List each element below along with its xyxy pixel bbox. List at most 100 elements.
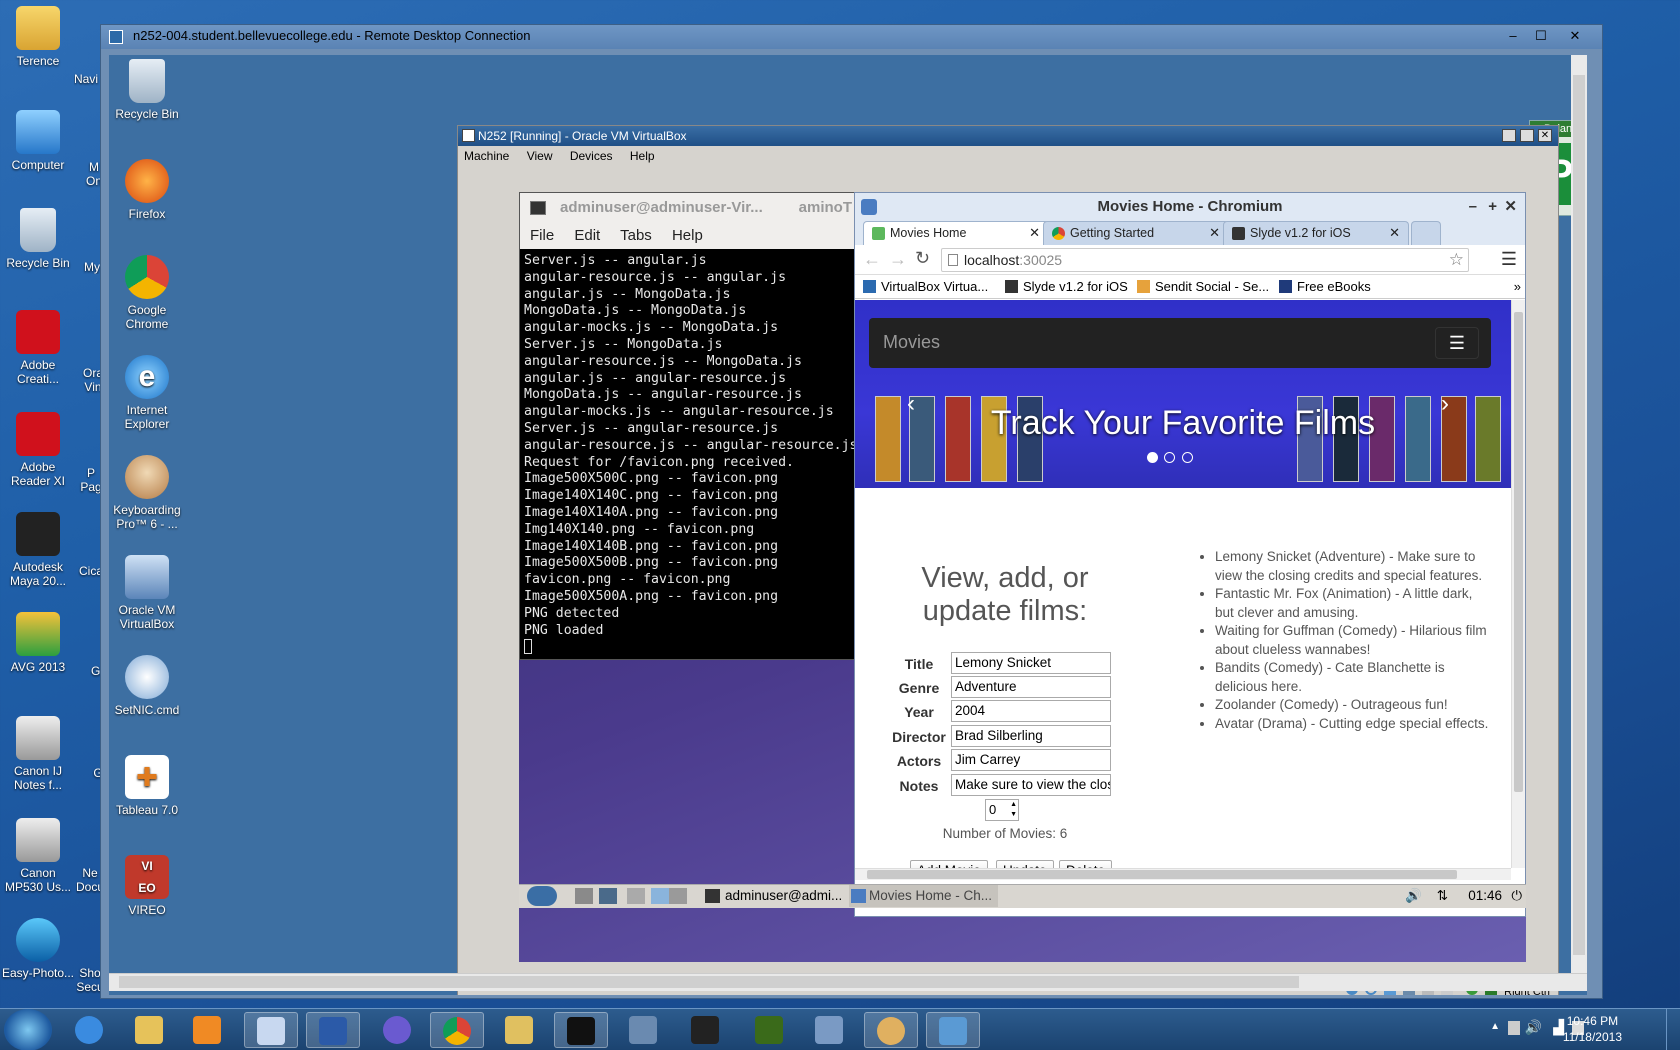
remote-desktop-window[interactable]: n252-004.student.bellevuecollege.edu - R… <box>100 24 1603 999</box>
notes-input[interactable]: Make sure to view the closi <box>951 774 1111 796</box>
vbox-menu-view[interactable]: View <box>527 149 553 163</box>
remote-icon-vireo[interactable]: VI EO VIREO <box>109 855 185 917</box>
add-movie-button[interactable]: Add Movie <box>910 860 988 868</box>
vbox-close-button[interactable]: ✕ <box>1538 129 1552 142</box>
terminal-window[interactable]: adminuser@adminuser-Vir... aminoT File E… <box>519 192 857 660</box>
page-vertical-scrollbar[interactable] <box>1511 300 1525 868</box>
guest-start-icon[interactable] <box>527 886 557 906</box>
remote-icon-firefox[interactable]: Firefox <box>109 159 185 221</box>
remote-icon-ie[interactable]: e Internet Explorer <box>109 355 185 431</box>
actors-input[interactable]: Jim Carrey <box>951 749 1111 771</box>
desktop-icon-maya[interactable]: Autodesk Maya 20... <box>0 512 76 588</box>
desktop-icon-computer[interactable]: Computer <box>0 110 76 172</box>
tab-close-icon[interactable]: ✕ <box>1209 222 1220 244</box>
scroll-thumb[interactable] <box>1573 75 1585 955</box>
bookmark-star-icon[interactable]: ☆ <box>1449 249 1464 271</box>
taskbar-snipping[interactable] <box>244 1012 298 1048</box>
taskbar-word[interactable] <box>306 1012 360 1048</box>
title-input[interactable]: Lemony Snicket <box>951 652 1111 674</box>
taskbar-cmd[interactable] <box>554 1012 608 1048</box>
chromium-titlebar[interactable]: Movies Home - Chromium – + ✕ <box>855 193 1525 221</box>
carousel-dot-active[interactable] <box>1147 452 1158 463</box>
bookmark-slyde[interactable]: Slyde v1.2 for iOS <box>1005 275 1128 299</box>
start-button[interactable] <box>4 1009 52 1050</box>
tab-close-icon[interactable]: ✕ <box>1029 222 1040 244</box>
back-icon[interactable]: ← <box>863 249 881 270</box>
maximize-button[interactable]: ☐ <box>1528 27 1554 45</box>
rdp-titlebar[interactable]: n252-004.student.bellevuecollege.edu - R… <box>101 25 1602 49</box>
terminal-menu-tabs[interactable]: Tabs <box>620 227 652 244</box>
taskbar-ie[interactable] <box>62 1012 116 1048</box>
desktop-icon-recycle-bin[interactable]: Recycle Bin <box>0 208 76 270</box>
carousel-dot[interactable] <box>1181 452 1193 463</box>
vbox-maximize-button[interactable] <box>1520 129 1534 142</box>
scroll-thumb[interactable] <box>867 870 1457 879</box>
terminal-output[interactable]: Server.js -- angular.js angular-resource.… <box>520 249 857 658</box>
stepper-down-icon[interactable]: ▼ <box>1010 810 1017 820</box>
taskbar-remote-desktop[interactable] <box>926 1012 980 1048</box>
genre-input[interactable]: Adventure <box>951 676 1111 698</box>
vbox-minimize-button[interactable] <box>1502 129 1516 142</box>
vbox-menu-machine[interactable]: Machine <box>464 149 509 163</box>
remote-icon-tableau[interactable]: ✚ Tableau 7.0 <box>109 755 185 817</box>
bookmark-virtualbox[interactable]: VirtualBox Virtua... <box>863 275 988 299</box>
desktop-icon-easy-photo[interactable]: Easy-Photo... <box>0 918 76 980</box>
tab-getting-started[interactable]: Getting Started ✕ <box>1043 221 1229 245</box>
director-input[interactable]: Brad Silberling <box>951 725 1111 747</box>
volume-icon[interactable]: 🔊 <box>1405 885 1422 907</box>
desktop-icon-avg[interactable]: AVG 2013 <box>0 612 76 674</box>
rdp-vertical-scrollbar[interactable] <box>1571 55 1587 973</box>
desktop-icon-canon-notes[interactable]: Canon IJ Notes f... <box>0 716 76 792</box>
vbox-titlebar[interactable]: N252 [Running] - Oracle VM VirtualBox ✕ <box>458 126 1558 146</box>
taskbar-virtualbox[interactable] <box>802 1012 856 1048</box>
forward-icon[interactable]: → <box>889 249 907 270</box>
tab-slyde[interactable]: Slyde v1.2 for iOS ✕ <box>1223 221 1409 245</box>
carousel-dot[interactable] <box>1164 452 1176 463</box>
menu-icon[interactable]: ☰ <box>1501 249 1517 270</box>
tab-close-icon[interactable]: ✕ <box>1389 222 1400 244</box>
volume-icon[interactable]: 🔊 <box>1525 1019 1542 1036</box>
taskbar-text[interactable] <box>616 1012 670 1048</box>
taskbar-media[interactable] <box>180 1012 234 1048</box>
close-button[interactable]: ✕ <box>1562 27 1588 45</box>
desktop-icon-terence[interactable]: Terence <box>0 6 76 68</box>
reload-icon[interactable]: ↻ <box>915 248 930 269</box>
navbar-brand[interactable]: Movies <box>883 332 940 352</box>
guest-windows-icon[interactable] <box>627 888 645 904</box>
web-page[interactable]: ‹ › Track Your Favorite Films Movies ☰ V… <box>855 300 1511 868</box>
remote-icon-chrome[interactable]: Google Chrome <box>109 255 185 331</box>
terminal-menu-edit[interactable]: Edit <box>574 227 600 244</box>
terminal-menu-help[interactable]: Help <box>672 227 703 244</box>
vbox-menu-help[interactable]: Help <box>630 149 655 163</box>
desktop-icon-adobe-reader[interactable]: Adobe Reader XI <box>0 412 76 488</box>
terminal-titlebar[interactable]: adminuser@adminuser-Vir... aminoT <box>520 193 854 223</box>
address-bar[interactable]: localhost:30025 ☆ <box>941 248 1469 272</box>
guest-task-terminal[interactable]: adminuser@admi... <box>705 885 842 907</box>
terminal-menu-file[interactable]: File <box>530 227 554 244</box>
scroll-thumb[interactable] <box>119 976 1299 988</box>
guest-task-chromium[interactable]: Movies Home - Ch... <box>849 885 999 907</box>
taskbar-clock[interactable]: 10:46 PM 11/18/2013 <box>1563 1013 1622 1045</box>
page-horizontal-scrollbar[interactable] <box>855 868 1511 880</box>
guest-folder-icon[interactable] <box>575 888 593 904</box>
delete-button[interactable]: Delete <box>1059 860 1113 868</box>
remote-icon-keyboarding[interactable]: Keyboarding Pro™ 6 - ... <box>109 455 185 531</box>
minimize-button[interactable]: – <box>1500 27 1526 45</box>
show-desktop-button[interactable] <box>1666 1009 1680 1050</box>
remote-icon-recycle-bin[interactable]: Recycle Bin <box>109 59 185 121</box>
virtualbox-window[interactable]: N252 [Running] - Oracle VM VirtualBox ✕ … <box>457 125 1559 995</box>
taskbar-paint-net[interactable] <box>864 1012 918 1048</box>
bookmark-sendit[interactable]: Sendit Social - Se... <box>1137 275 1269 299</box>
rdp-horizontal-scrollbar[interactable] <box>109 973 1587 991</box>
taskbar-dreamweaver[interactable] <box>742 1012 796 1048</box>
scroll-thumb[interactable] <box>1514 312 1523 792</box>
network-icon[interactable]: ⇅ <box>1437 885 1448 907</box>
chromium-window[interactable]: Movies Home - Chromium – + ✕ Movies Home… <box>854 192 1526 917</box>
taskbar-app[interactable] <box>370 1012 424 1048</box>
remote-icon-virtualbox[interactable]: Oracle VM VirtualBox <box>109 555 185 631</box>
power-icon[interactable]: ⏻ <box>1511 885 1522 907</box>
new-tab-button[interactable] <box>1411 221 1441 245</box>
chromium-minimize-button[interactable]: – <box>1469 193 1477 221</box>
bookmark-free-ebooks[interactable]: Free eBooks <box>1279 275 1371 299</box>
vbox-menu-devices[interactable]: Devices <box>570 149 613 163</box>
